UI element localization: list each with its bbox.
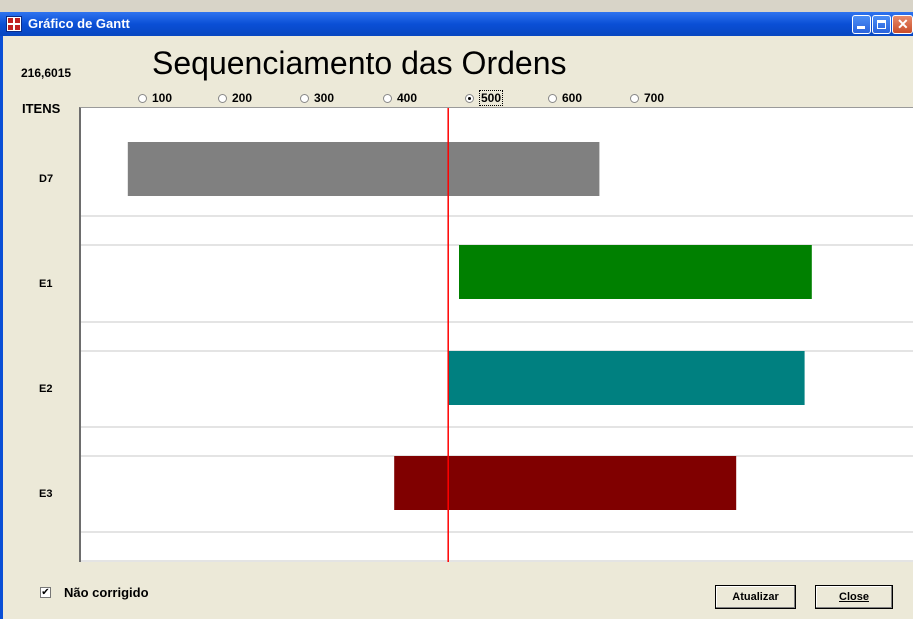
refresh-button[interactable]: Atualizar [715,585,796,609]
gantt-bar-d7 [127,142,600,196]
radio-icon[interactable] [138,93,147,103]
window-title: Gráfico de Gantt [28,16,130,31]
row-label-d7: D7 [39,173,54,185]
scale-option-700[interactable]: 700 [630,90,664,106]
chart-title: Sequenciamento das Ordens [152,45,567,81]
value-label: 216,6015 [21,66,72,80]
row-label-e3: E3 [39,488,53,500]
scale-option-label: 700 [644,91,665,105]
gantt-plot-area [79,107,913,562]
window-border [0,36,3,619]
rows-axis-label: ITENS [22,101,61,116]
minimize-icon [857,26,865,29]
gantt-window: Gráfico de Gantt ✕ 216,6015 Sequenciamen… [0,0,913,619]
scale-option-600[interactable]: 600 [548,90,582,106]
scale-option-200[interactable]: 200 [218,90,252,106]
radio-icon[interactable] [548,93,557,103]
not-corrected-label: Não corrigido [64,585,149,600]
close-button[interactable]: Close [815,585,893,609]
scale-option-label: 500 [479,90,504,106]
scale-option-label: 400 [397,91,418,105]
scale-option-label: 200 [232,91,253,105]
gantt-bar-e1 [459,245,812,299]
gantt-chart [81,108,913,562]
radio-icon[interactable] [630,93,639,103]
not-corrected-checkbox[interactable]: ✔ [40,587,51,598]
scale-option-label: 100 [152,91,173,105]
gantt-bar-e2 [448,351,805,405]
app-icon [6,16,22,32]
radio-icon[interactable] [383,93,392,103]
row-label-e1: E1 [39,278,53,290]
scale-option-label: 600 [562,91,583,105]
radio-icon[interactable] [300,93,309,103]
close-icon: ✕ [897,16,909,32]
radio-icon[interactable] [218,93,227,103]
gantt-bar-e3 [394,456,737,510]
minimize-button[interactable] [852,15,871,34]
title-bar[interactable]: Gráfico de Gantt ✕ [0,12,913,36]
row-label-e2: E2 [39,383,53,395]
scale-option-400[interactable]: 400 [383,90,417,106]
scale-option-label: 300 [314,91,335,105]
close-window-button[interactable]: ✕ [892,15,913,34]
scale-option-100[interactable]: 100 [138,90,172,106]
maximize-button[interactable] [872,15,891,34]
scale-option-500[interactable]: 500 [465,90,504,106]
radio-icon[interactable] [465,93,474,103]
scale-option-300[interactable]: 300 [300,90,334,106]
maximize-icon [877,20,886,29]
